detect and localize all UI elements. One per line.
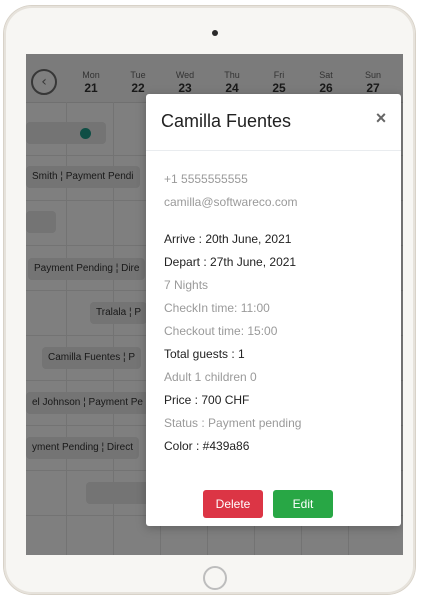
status-text: Status : Payment pending: [164, 416, 302, 430]
booking-modal: Camilla Fuentes × +1 5555555555 camilla@…: [146, 94, 401, 526]
modal-body: +1 5555555555 camilla@softwareco.com Arr…: [164, 168, 389, 458]
checkout-text: Checkout time: 15:00: [164, 324, 278, 338]
modal-header: Camilla Fuentes ×: [146, 94, 401, 151]
depart-text: Depart : 27th June, 2021: [164, 255, 297, 269]
edit-button[interactable]: Edit: [273, 490, 333, 518]
nights-text: 7 Nights: [164, 278, 209, 292]
camera: [212, 30, 218, 36]
modal-title: Camilla Fuentes: [161, 111, 292, 131]
screen: ‹ Mon 21 Tue 22 Wed 23 Thu 24: [26, 54, 403, 555]
tablet-frame: ‹ Mon 21 Tue 22 Wed 23 Thu 24: [4, 6, 415, 594]
home-button[interactable]: [203, 566, 227, 590]
total-guests-text: Total guests : 1: [164, 347, 245, 361]
email-text: camilla@softwareco.com: [164, 195, 298, 209]
delete-button[interactable]: Delete: [203, 490, 263, 518]
adults-children-text: Adult 1 children 0: [164, 370, 257, 384]
close-icon: ×: [375, 108, 387, 128]
color-text: Color : #439a86: [164, 439, 250, 453]
arrive-text: Arrive : 20th June, 2021: [164, 232, 292, 246]
phone-text: +1 5555555555: [164, 172, 248, 186]
price-text: Price : 700 CHF: [164, 393, 250, 407]
checkin-text: CheckIn time: 11:00: [164, 301, 270, 315]
close-button[interactable]: ×: [371, 108, 391, 129]
